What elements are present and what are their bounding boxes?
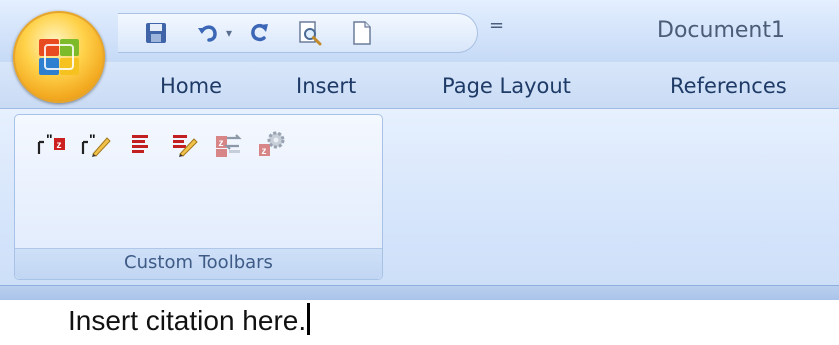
office-button[interactable] (13, 11, 105, 103)
group-label: Custom Toolbars (124, 252, 273, 273)
redo-button[interactable] (244, 18, 276, 48)
document-body[interactable]: Insert citation here. (68, 303, 311, 337)
redo-icon (251, 24, 268, 42)
settings-icon: z (259, 131, 285, 157)
svg-text:z: z (57, 140, 62, 151)
svg-text:z: z (262, 146, 267, 157)
tab-home[interactable]: Home (160, 74, 222, 98)
bibliography-button[interactable] (123, 127, 157, 161)
insert-citation-icon: " z (37, 131, 65, 154)
sync-icon: z (216, 134, 242, 157)
save-icon (146, 23, 166, 43)
undo-button[interactable] (192, 18, 224, 48)
document-text: Insert citation here. (68, 305, 307, 336)
tab-insert[interactable]: Insert (296, 74, 356, 98)
custom-toolbars-group: " z " z z Custom Toolbars (14, 114, 383, 280)
ribbon-bottom-border (0, 285, 839, 300)
edit-bibliography-icon (173, 135, 198, 157)
tab-page-layout[interactable]: Page Layout (442, 74, 571, 98)
undo-dropdown-icon[interactable]: ▾ (226, 26, 232, 40)
new-document-icon (353, 21, 371, 45)
ribbon-panel: " z " z z Custom Toolbars (0, 109, 839, 285)
customize-quick-access-icon[interactable]: = (489, 16, 504, 36)
edit-citation-icon: " (81, 131, 111, 157)
office-logo-icon (39, 39, 79, 75)
group-label-bar: Custom Toolbars (15, 248, 382, 279)
edit-bibliography-button[interactable] (167, 127, 201, 161)
edit-citation-button[interactable]: " (79, 127, 113, 161)
ribbon-tabs: Home Insert Page Layout References (0, 62, 839, 109)
save-button[interactable] (140, 18, 172, 48)
svg-text:": " (89, 131, 96, 147)
new-document-button[interactable] (346, 18, 378, 48)
undo-icon (198, 25, 217, 42)
settings-button[interactable]: z (255, 127, 289, 161)
sync-button[interactable]: z (211, 127, 245, 161)
text-cursor (307, 303, 311, 335)
quick-access-toolbar: ▾ (118, 13, 478, 53)
tab-references[interactable]: References (670, 74, 787, 98)
title-bar: ▾ = Document1 (0, 0, 839, 62)
document-title: Document1 (657, 18, 785, 43)
print-preview-icon (299, 21, 322, 46)
svg-text:z: z (219, 138, 224, 149)
custom-toolbars-icons: " z " z z (35, 127, 289, 161)
svg-text:": " (46, 131, 53, 147)
bibliography-icon (132, 135, 148, 153)
print-preview-button[interactable] (294, 18, 326, 48)
insert-citation-button[interactable]: " z (35, 127, 69, 161)
